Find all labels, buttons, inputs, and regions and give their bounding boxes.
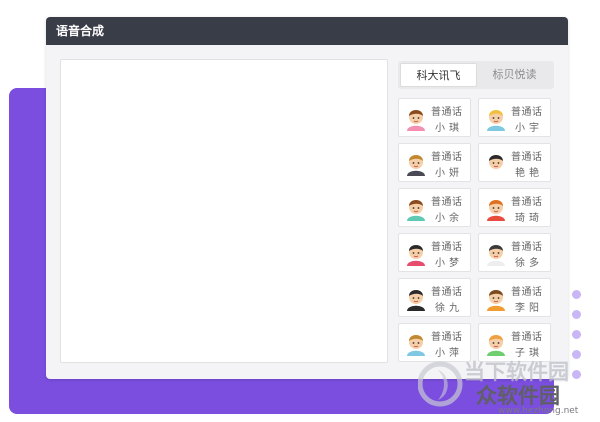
voice-list: 普通话 小琪 普通话 小宇 普通话 小妍 普通话 艳艳 普通话 小余 普通话 琦琦 普通话 小梦 普通话 徐多… bbox=[398, 98, 554, 362]
engine-tabs: 科大讯飞 标贝悦读 bbox=[398, 61, 554, 89]
woman-avatar-icon bbox=[407, 155, 425, 176]
voice-name: 徐九 bbox=[435, 303, 463, 314]
voice-name: 小余 bbox=[435, 213, 463, 224]
boy-avatar-icon bbox=[487, 110, 505, 131]
voice-name: 琦琦 bbox=[515, 213, 543, 224]
voice-card[interactable]: 普通话 徐九 bbox=[398, 278, 471, 317]
voice-card[interactable]: 普通话 艳艳 bbox=[478, 143, 551, 182]
voice-card[interactable]: 普通话 小妍 bbox=[398, 143, 471, 182]
voice-language: 普通话 bbox=[431, 197, 463, 208]
man-avatar-icon bbox=[487, 245, 505, 266]
voice-card[interactable]: 普通话 小宇 bbox=[478, 98, 551, 137]
voice-card[interactable]: 普通话 小琪 bbox=[398, 98, 471, 137]
voice-language: 普通话 bbox=[511, 287, 543, 298]
voice-card[interactable]: 普通话 小梦 bbox=[398, 233, 471, 272]
man-avatar-icon bbox=[407, 290, 425, 311]
speech-synthesis-window: 语音合成 科大讯飞 标贝悦读 普通话 小琪 普通话 小宇 普通话 小妍 普通话 艳艳 普通话 小余… bbox=[46, 17, 568, 379]
voice-language: 普通话 bbox=[511, 197, 543, 208]
voice-name: 艳艳 bbox=[515, 168, 543, 179]
voice-language: 普通话 bbox=[431, 287, 463, 298]
voice-language: 普通话 bbox=[511, 332, 543, 343]
voice-card[interactable]: 普通话 琦琦 bbox=[478, 188, 551, 227]
voice-name: 小琪 bbox=[435, 123, 463, 134]
window-title: 语音合成 bbox=[46, 17, 568, 45]
voice-language: 普通话 bbox=[511, 242, 543, 253]
voice-language: 普通话 bbox=[431, 332, 463, 343]
woman-avatar-icon bbox=[487, 155, 505, 176]
voice-name: 小宇 bbox=[515, 123, 543, 134]
tab-iflytek[interactable]: 科大讯飞 bbox=[400, 63, 477, 87]
text-input[interactable] bbox=[60, 59, 388, 363]
voice-name: 小妍 bbox=[435, 168, 463, 179]
voice-card[interactable]: 普通话 小余 bbox=[398, 188, 471, 227]
voice-language: 普通话 bbox=[511, 152, 543, 163]
voice-language: 普通话 bbox=[431, 242, 463, 253]
girl-avatar-icon bbox=[407, 110, 425, 131]
voice-card[interactable]: 普通话 李阳 bbox=[478, 278, 551, 317]
voice-name: 李阳 bbox=[515, 303, 543, 314]
voice-name: 徐多 bbox=[515, 258, 543, 269]
voice-card[interactable]: 普通话 徐多 bbox=[478, 233, 551, 272]
voice-language: 普通话 bbox=[511, 107, 543, 118]
girl-avatar-icon bbox=[407, 245, 425, 266]
voice-language: 普通话 bbox=[431, 152, 463, 163]
tab-biaobei[interactable]: 标贝悦读 bbox=[477, 63, 552, 87]
girl-avatar-icon bbox=[487, 200, 505, 221]
watermark-url: www.hezhong.net bbox=[498, 406, 579, 416]
voice-name: 小梦 bbox=[435, 258, 463, 269]
voice-language: 普通话 bbox=[431, 107, 463, 118]
boy-avatar-icon bbox=[487, 290, 505, 311]
watermark: 当下软件园 众软件园 www.hezhong.net bbox=[418, 352, 598, 418]
boy-avatar-icon bbox=[407, 200, 425, 221]
